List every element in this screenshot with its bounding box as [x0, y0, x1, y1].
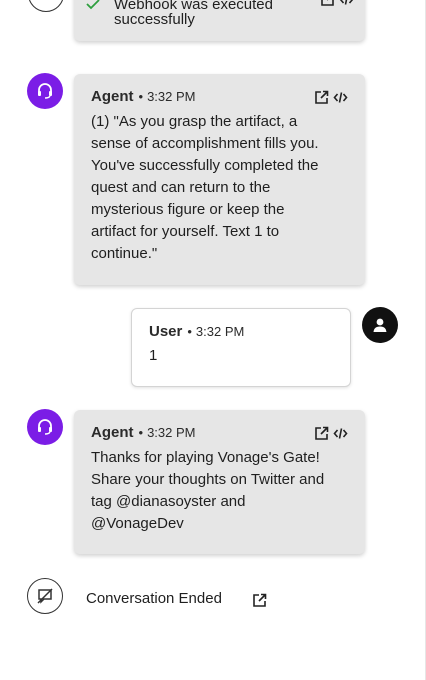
message-actions — [314, 426, 348, 441]
webhook-text-line2: successfully — [114, 11, 195, 28]
message-line: Thanks for playing Vonage's Gate! — [91, 449, 320, 466]
message-header: Agent • 3:32 PM — [91, 88, 195, 105]
message-line: @VonageDev — [91, 515, 184, 532]
conversation-ended-avatar — [27, 578, 63, 614]
message-text: Thanks for playing Vonage's Gate! Share … — [91, 447, 324, 535]
sender-name: User — [149, 323, 183, 340]
message-header: Agent • 3:32 PM — [91, 424, 195, 441]
event-avatar: ∞ — [28, 0, 64, 12]
agent-message-bubble: Agent • 3:32 PM (1) "As you grasp the ar… — [74, 74, 365, 285]
message-line: tag @dianasoyster and — [91, 493, 246, 510]
message-header: User • 3:32 PM — [149, 323, 244, 340]
timestamp: 3:32 PM — [195, 324, 245, 339]
message-line: quest and can return to the — [91, 179, 271, 196]
conversation-ended-label: Conversation Ended — [86, 590, 222, 607]
external-link-icon[interactable] — [320, 0, 335, 7]
message-line: Share your thoughts on Twitter and — [91, 471, 325, 488]
agent-avatar — [27, 409, 63, 445]
message-text: (1) "As you grasp the artifact, a sense … — [91, 111, 319, 265]
svg-text:∞: ∞ — [40, 0, 50, 2]
check-icon — [86, 0, 100, 10]
separator-dot: • — [138, 425, 144, 440]
sender-name: Agent — [91, 88, 134, 105]
webhook-actions — [320, 0, 354, 7]
code-icon[interactable] — [333, 90, 348, 105]
message-line: sense of accomplishment fills you. — [91, 135, 319, 152]
code-icon[interactable] — [339, 0, 354, 7]
code-icon[interactable] — [333, 426, 348, 441]
message-line: artifact for yourself. Text 1 to — [91, 223, 280, 240]
webhook-icon: ∞ — [40, 0, 50, 2]
headset-icon — [38, 83, 52, 99]
message-line: 1 — [149, 347, 158, 364]
external-link-icon[interactable] — [314, 90, 329, 105]
external-link-icon[interactable] — [314, 426, 329, 441]
separator-dot: • — [138, 89, 144, 104]
timestamp: 3:32 PM — [147, 89, 196, 104]
message-line: continue." — [91, 245, 158, 262]
message-text: 1 — [149, 345, 157, 367]
user-message-bubble: User • 3:32 PM 1 — [131, 308, 351, 387]
message-line: (1) "As you grasp the artifact, a — [91, 113, 298, 130]
headset-icon — [38, 419, 52, 435]
webhook-event-bubble: Webhook was executed successfully — [74, 0, 365, 41]
sender-name: Agent — [91, 424, 134, 441]
external-link-icon[interactable] — [252, 593, 267, 608]
agent-message-bubble: Agent • 3:32 PM Thanks for playing Vonag… — [74, 410, 365, 554]
person-icon — [373, 318, 387, 332]
message-line: mysterious figure or keep the — [91, 201, 285, 218]
message-line: You've successfully completed the — [91, 157, 319, 174]
separator-dot: • — [187, 324, 192, 339]
timestamp: 3:32 PM — [147, 425, 196, 440]
message-actions — [314, 90, 348, 105]
chat-off-icon — [37, 588, 53, 604]
user-avatar — [362, 307, 398, 343]
agent-avatar — [27, 73, 63, 109]
